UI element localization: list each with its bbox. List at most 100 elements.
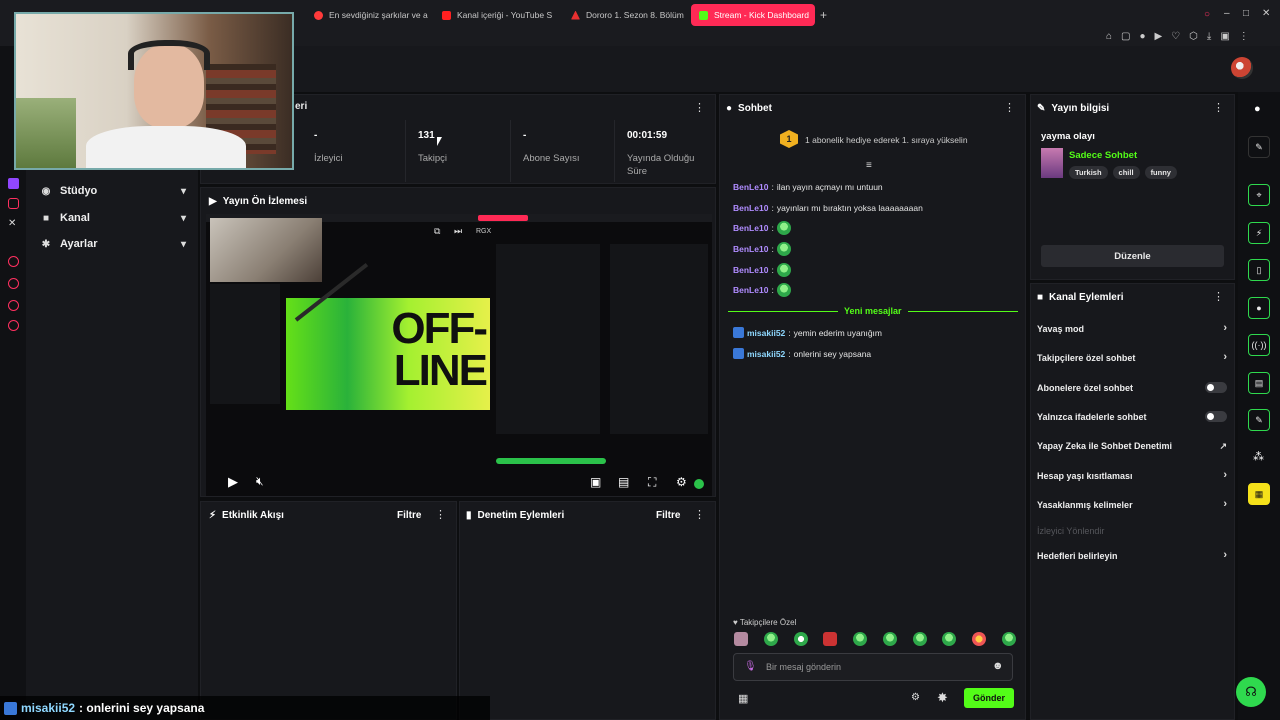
panel-title-text: Kanal Eylemleri — [1049, 292, 1124, 303]
action-label: Yavaş mod — [1037, 324, 1085, 334]
downloads-icon[interactable] — [8, 278, 19, 289]
settings-icon[interactable] — [8, 320, 19, 331]
sidebar-item-channel[interactable]: ■ Kanal ▾ — [40, 208, 190, 228]
theater-mode-icon[interactable]: ▣ — [590, 475, 601, 489]
edit-icon[interactable]: ✎ — [1248, 136, 1270, 158]
emote-icon[interactable] — [734, 632, 748, 646]
tag[interactable]: chill — [1112, 166, 1140, 179]
chat-username[interactable]: BenLe10 — [733, 244, 768, 254]
clapper-icon[interactable]: ▦ — [1248, 483, 1270, 505]
panel-title: eri — [295, 101, 308, 112]
play-icon[interactable]: ▶ — [228, 474, 238, 490]
chat-username[interactable]: BenLe10 — [733, 182, 768, 192]
instagram-icon[interactable] — [8, 198, 19, 209]
x-icon[interactable]: ✕ — [8, 218, 16, 229]
badge-icon[interactable]: ✸ — [937, 690, 948, 706]
bolt-icon[interactable]: ⚡︎ — [1248, 222, 1270, 244]
browser-tab[interactable]: Kanal içeriği - YouTube S — [434, 4, 558, 26]
emote-icon[interactable] — [1001, 632, 1016, 646]
emote-icon[interactable] — [882, 632, 897, 646]
twitch-icon[interactable] — [8, 178, 19, 189]
maximize-icon[interactable]: □ — [1243, 8, 1249, 19]
emote-bar — [734, 632, 1016, 648]
search-icon[interactable]: ○ — [1204, 9, 1210, 20]
action-set-goals[interactable]: Hedefleri belirleyin › — [1037, 549, 1227, 561]
gear-icon[interactable]: ⚙ — [676, 475, 687, 489]
pip-icon[interactable]: ⧉ — [434, 226, 440, 237]
tag[interactable]: Turkish — [1069, 166, 1108, 179]
edit-button[interactable]: Düzenle — [1041, 245, 1224, 267]
browser-tab-active[interactable]: Stream - Kick Dashboard — [691, 4, 815, 26]
chat-text: ilan yayın açmayı mı untuun — [776, 182, 883, 192]
emote-icon[interactable] — [853, 632, 868, 646]
emote-icon[interactable] — [793, 632, 808, 646]
fullscreen-icon[interactable]: ⛶ — [648, 475, 656, 490]
layers-icon[interactable]: ▤ — [1248, 372, 1270, 394]
broadcast-icon[interactable]: ((·)) — [1248, 334, 1270, 356]
stream-preview-video[interactable]: OFF-LINE ⧉ ⏭ RGX ▶ 🔇︎ ▣ ▤ ⛶ ⚙ — [206, 214, 712, 496]
store-icon[interactable]: ▦ — [738, 692, 748, 705]
chat-input[interactable]: 🎙︎ Bir mesaj gönderin ☻ — [733, 653, 1013, 681]
action-ai-moderation[interactable]: Yapay Zeka ile Sohbet Denetimi ↗ — [1037, 441, 1227, 451]
emote-icon[interactable] — [912, 632, 927, 646]
chat-username[interactable]: BenLe10 — [733, 285, 768, 295]
help-support-icon[interactable]: ☊ — [1236, 677, 1266, 707]
pinned-message: 1 abonelik hediye ederek 1. sıraya yükse… — [805, 135, 968, 145]
panel-title-text: Sohbet — [738, 103, 772, 114]
toggle-switch[interactable] — [1205, 411, 1227, 422]
sidebar-item-settings[interactable]: ✱ Ayarlar ▾ — [40, 234, 190, 254]
emote-icon[interactable] — [942, 632, 957, 646]
stream-category[interactable]: Sadece Sohbet — [1069, 150, 1137, 161]
mute-icon[interactable]: 🔇︎ — [256, 474, 264, 489]
panel-title: ⚡︎ Etkinlik Akışı — [209, 510, 284, 521]
kebab-menu-icon[interactable]: ⋮ — [694, 101, 705, 114]
document-icon[interactable]: ▯ — [1248, 259, 1270, 281]
action-banned-words[interactable]: Yasaklanmış kelimeler › — [1037, 498, 1227, 510]
action-slow-mode[interactable]: Yavaş mod › — [1037, 322, 1227, 334]
chat-username[interactable]: misakii52 — [747, 349, 785, 359]
emote-icon[interactable] — [972, 632, 987, 646]
close-icon[interactable]: ✕ — [1262, 8, 1270, 19]
sidebar-item-studio[interactable]: ◉ Stüdyo ▾ — [40, 181, 190, 201]
action-followers-only[interactable]: Takipçilere özel sohbet › — [1037, 351, 1227, 363]
bolt-icon: ⚡︎ — [209, 510, 217, 521]
kebab-menu-icon[interactable]: ⋮ — [1004, 101, 1015, 114]
messenger-icon[interactable] — [8, 300, 19, 311]
emote-icon[interactable] — [823, 632, 838, 646]
filter-button[interactable]: Filtre — [397, 510, 421, 521]
info-icon[interactable]: ● — [1254, 103, 1261, 115]
chat-username[interactable]: misakii52 — [747, 328, 785, 338]
tag[interactable]: funny — [1144, 166, 1177, 179]
gear-icon[interactable]: ⚙ — [911, 692, 920, 703]
emote-icon[interactable] — [763, 632, 778, 646]
collapse-icon[interactable]: ≡ — [866, 160, 872, 171]
chat-icon[interactable]: ● — [1248, 297, 1270, 319]
new-tab-button[interactable]: + — [816, 4, 836, 26]
extension-icons[interactable]: ⌂▢●▶♡⬡⤓▣⋮ — [1106, 31, 1258, 42]
toggle-switch[interactable] — [1205, 382, 1227, 393]
capture-icon[interactable]: ⌖ — [1248, 184, 1270, 206]
wrench-icon[interactable]: ✎ — [1248, 409, 1270, 431]
action-label: Yapay Zeka ile Sohbet Denetimi — [1037, 441, 1173, 451]
browser-tab[interactable]: En sevdiğiniz şarkılar ve a — [306, 4, 428, 26]
share-icon[interactable]: ⁂ — [1253, 450, 1264, 463]
clip-icon[interactable]: ▤ — [618, 475, 629, 489]
kebab-menu-icon[interactable]: ⋮ — [1213, 290, 1224, 303]
filter-button[interactable]: Filtre — [656, 510, 680, 521]
action-account-age[interactable]: Hesap yaşı kısıtlaması › — [1037, 469, 1227, 481]
minimize-icon[interactable]: – — [1224, 8, 1230, 19]
kebab-menu-icon[interactable]: ⋮ — [694, 508, 705, 521]
chat-username[interactable]: BenLe10 — [733, 265, 768, 275]
kebab-menu-icon[interactable]: ⋮ — [435, 508, 446, 521]
browser-tab[interactable]: Dororo 1. Sezon 8. Bölüm — [563, 4, 687, 26]
chat-username[interactable]: BenLe10 — [733, 203, 768, 213]
skip-icon[interactable]: ⏭ — [454, 226, 462, 237]
chat-username[interactable]: BenLe10 — [733, 223, 768, 233]
music-favicon-icon — [314, 10, 323, 20]
history-icon[interactable] — [8, 256, 19, 267]
kebab-menu-icon[interactable]: ⋮ — [1213, 101, 1224, 114]
send-button[interactable]: Gönder — [964, 688, 1014, 708]
microphone-icon[interactable]: 🎙︎ — [744, 661, 757, 672]
emoji-icon[interactable]: ☻ — [992, 660, 1004, 672]
avatar[interactable] — [1231, 57, 1253, 79]
